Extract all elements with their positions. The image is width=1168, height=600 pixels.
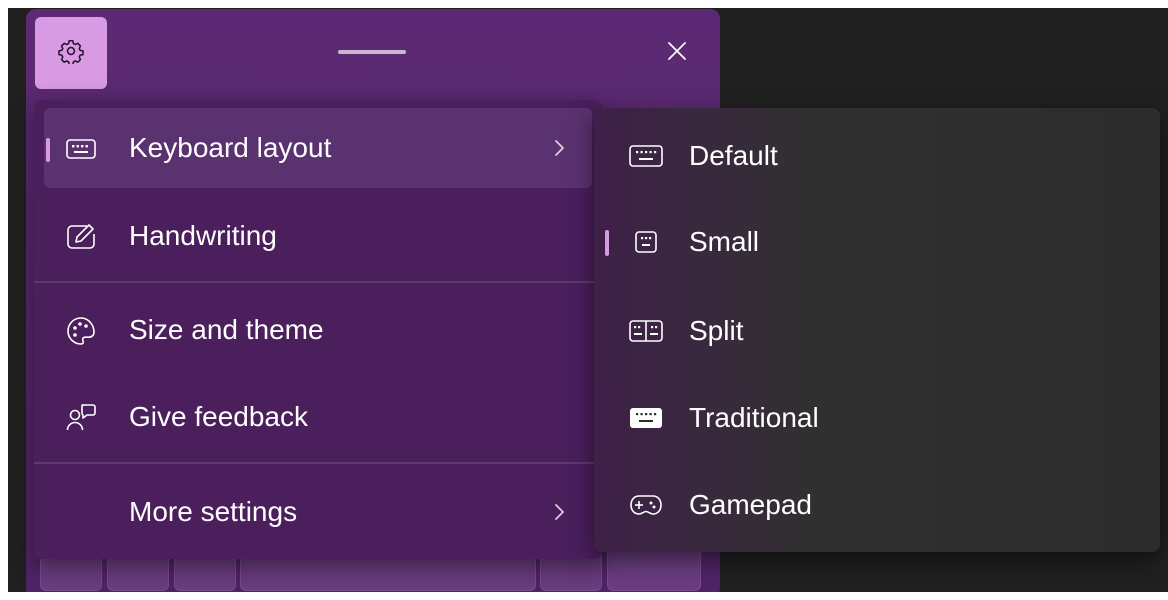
gear-icon [58, 38, 84, 69]
menu-item-handwriting[interactable]: Handwriting [44, 196, 592, 276]
palette-icon [64, 314, 98, 348]
menu-item-give-feedback[interactable]: Give feedback [44, 377, 592, 457]
keyboard-layout-submenu: Default Small Split Traditional Gamepad [594, 108, 1160, 552]
pen-icon [64, 220, 98, 254]
drag-handle[interactable] [338, 50, 406, 54]
menu-item-label: Give feedback [129, 401, 308, 432]
layout-option-label: Traditional [689, 402, 819, 433]
layout-option-label: Gamepad [689, 489, 812, 520]
layout-option-gamepad[interactable]: Gamepad [602, 465, 1152, 545]
chevron-right-icon [547, 134, 571, 162]
menu-item-size-and-theme[interactable]: Size and theme [44, 290, 592, 370]
feedback-icon [64, 401, 98, 435]
menu-item-more-settings[interactable]: More settings [44, 472, 592, 552]
settings-menu: Keyboard layout Handwriting Size and the… [34, 100, 602, 559]
layout-option-default[interactable]: Default [602, 116, 1152, 196]
menu-item-label: Size and theme [129, 314, 324, 345]
gamepad-icon [626, 487, 666, 523]
layout-option-label: Default [689, 140, 778, 171]
selection-indicator [46, 138, 50, 162]
menu-item-label: More settings [129, 496, 298, 527]
layout-option-traditional[interactable]: Traditional [602, 378, 1152, 458]
keyboard-titlebar [26, 9, 720, 97]
keyboard-traditional-icon [626, 400, 666, 436]
keyboard-small-icon [626, 224, 666, 260]
close-icon [666, 40, 688, 67]
layout-option-label: Small [689, 226, 760, 257]
menu-divider [34, 281, 602, 283]
layout-option-label: Split [689, 315, 744, 346]
layout-option-small[interactable]: Small [602, 202, 1152, 282]
chevron-right-icon [547, 498, 571, 526]
keyboard-icon [64, 132, 98, 166]
menu-divider [34, 462, 602, 464]
settings-button[interactable] [35, 17, 107, 89]
keyboard-default-icon [626, 138, 666, 174]
selection-indicator [605, 230, 609, 256]
menu-item-label: Keyboard layout [129, 132, 332, 163]
layout-option-split[interactable]: Split [602, 291, 1152, 371]
keyboard-split-icon [626, 313, 666, 349]
menu-item-label: Handwriting [129, 220, 277, 251]
close-button[interactable] [655, 33, 699, 73]
menu-item-keyboard-layout[interactable]: Keyboard layout [44, 108, 592, 188]
